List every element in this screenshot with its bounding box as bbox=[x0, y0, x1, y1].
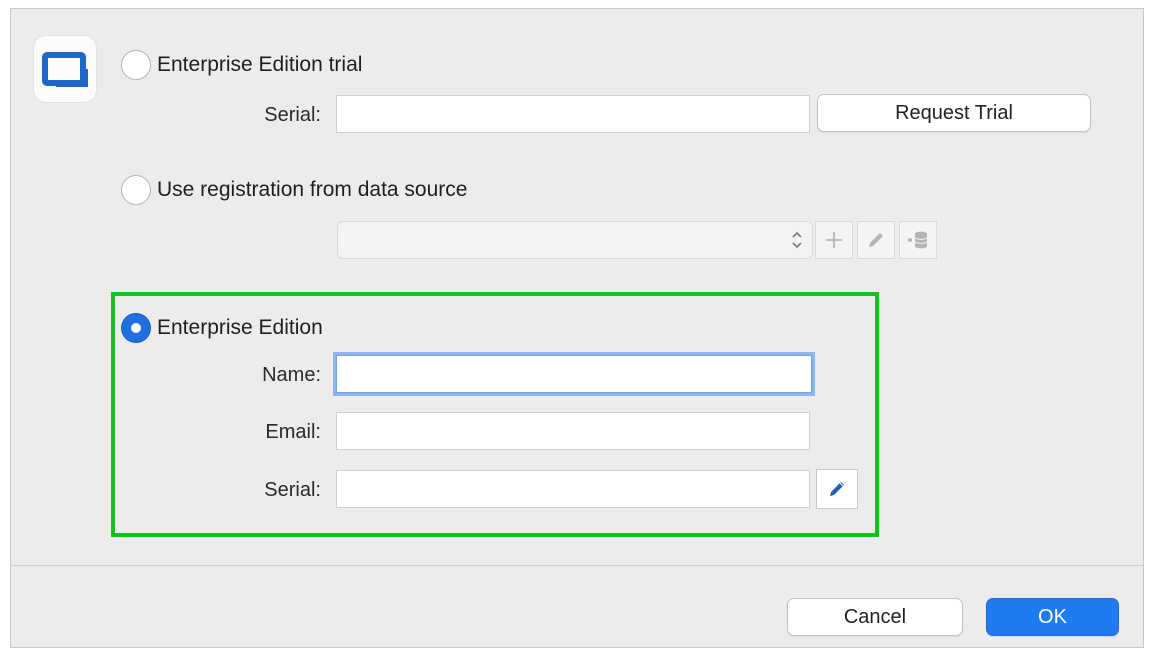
app-window-icon bbox=[33, 35, 97, 103]
radio-label-enterprise-trial: Enterprise Edition trial bbox=[157, 53, 363, 76]
add-data-source-button[interactable] bbox=[815, 221, 853, 259]
email-input[interactable] bbox=[336, 412, 810, 450]
footer-divider bbox=[11, 565, 1143, 566]
radio-data-source[interactable] bbox=[121, 175, 151, 205]
radio-enterprise-trial[interactable] bbox=[121, 50, 151, 80]
data-source-database-button[interactable] bbox=[899, 221, 937, 259]
plus-icon bbox=[826, 232, 842, 248]
chevron-up-down-icon bbox=[792, 230, 802, 250]
data-source-select[interactable] bbox=[337, 221, 813, 259]
database-icon bbox=[908, 231, 928, 249]
request-trial-button[interactable]: Request Trial bbox=[817, 94, 1091, 132]
name-input[interactable] bbox=[336, 355, 812, 393]
trial-serial-input[interactable] bbox=[336, 95, 810, 133]
registration-dialog: Enterprise Edition trial Serial: Request… bbox=[10, 8, 1144, 648]
ok-button[interactable]: OK bbox=[986, 598, 1119, 636]
radio-label-enterprise-edition: Enterprise Edition bbox=[157, 316, 323, 339]
pencil-icon bbox=[869, 233, 883, 247]
trial-serial-label: Serial: bbox=[264, 104, 321, 126]
cancel-button[interactable]: Cancel bbox=[787, 598, 963, 636]
edit-data-source-button[interactable] bbox=[857, 221, 895, 259]
edit-serial-button[interactable] bbox=[816, 469, 858, 509]
name-label: Name: bbox=[262, 364, 321, 386]
radio-label-data-source: Use registration from data source bbox=[157, 178, 468, 201]
email-label: Email: bbox=[265, 421, 321, 443]
pencil-icon bbox=[830, 482, 844, 496]
radio-enterprise-edition[interactable] bbox=[121, 313, 151, 343]
serial-input[interactable] bbox=[336, 470, 810, 508]
serial-label: Serial: bbox=[264, 479, 321, 501]
